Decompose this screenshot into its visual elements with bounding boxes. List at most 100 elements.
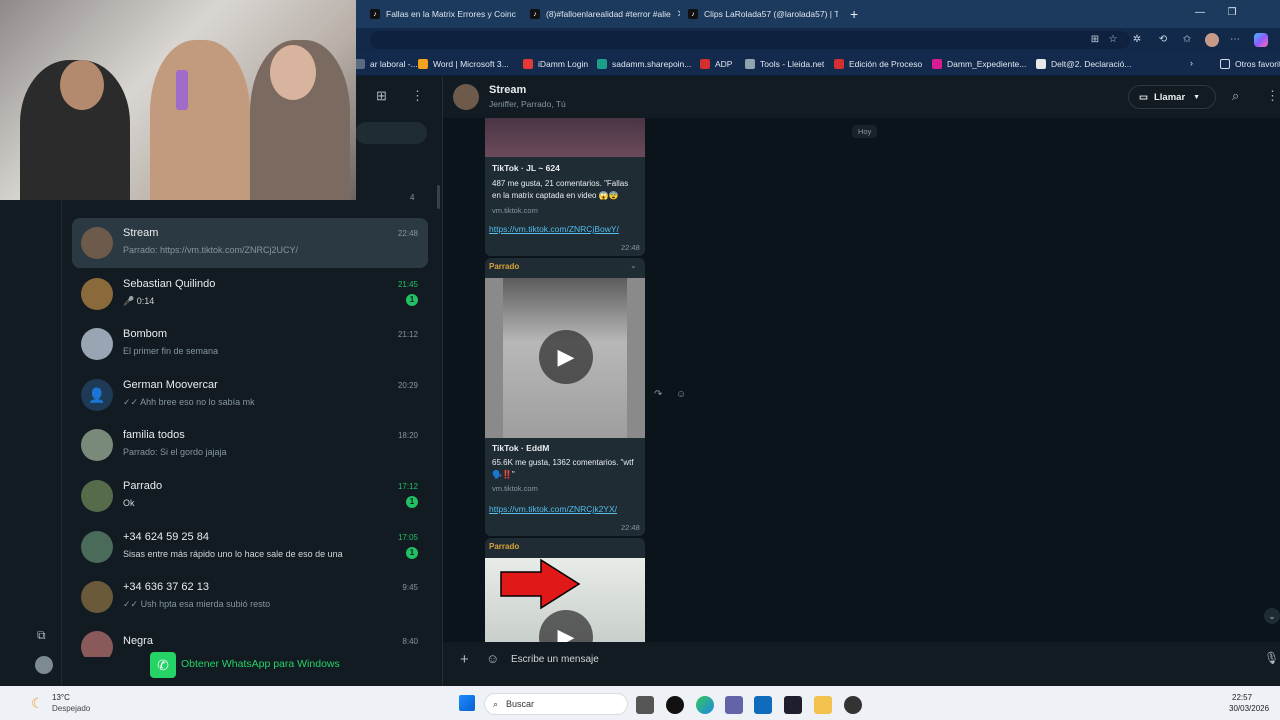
chat-list-item[interactable]: +34 636 37 62 13 ✓✓ Ush hpta esa mierda s… (72, 572, 428, 622)
address-input[interactable] (370, 31, 1130, 49)
sticker-icon[interactable]: ☺ (486, 651, 499, 666)
chat-list-item[interactable]: +34 624 59 25 84 Sisas entre más rápido u… (72, 522, 428, 572)
message-bubble[interactable]: TikTok · JL ~ 624 487 me gusta, 21 comen… (485, 118, 645, 256)
edge-icon[interactable] (696, 696, 714, 714)
weather-temp[interactable]: 13°C (52, 693, 70, 702)
teams-icon[interactable] (725, 696, 743, 714)
scrollbar[interactable] (437, 185, 440, 209)
chat-list-item[interactable]: familia todos Parrado: Si el gordo jajaja… (72, 420, 428, 470)
chat-list-item[interactable]: Negra 8:40 (72, 623, 428, 657)
task-view-icon[interactable] (636, 696, 654, 714)
bookmark-item[interactable]: Delt@2. Declaració... (1036, 57, 1131, 71)
sync-icon[interactable]: ⟲ (1156, 33, 1170, 47)
other-bookmarks[interactable]: Otros favorit (1220, 57, 1280, 71)
bookmark-icon (745, 59, 755, 69)
message-link[interactable]: https://vm.tiktok.com/ZNRCjk2YX/ (489, 504, 617, 514)
browser-tab-2[interactable]: ♪ (8)#falloenlarealidad #terror #alie ✕ (530, 4, 680, 24)
clock-date: 30/03/2026 (1229, 704, 1270, 713)
extensions-icon[interactable]: ✲ (1130, 33, 1144, 47)
avatar (81, 631, 113, 657)
bookmark-item[interactable]: iDamm Login (523, 57, 588, 71)
close-window-icon[interactable] (1248, 0, 1280, 28)
menu-icon[interactable]: ⋮ (411, 88, 424, 104)
bookmark-icon (418, 59, 428, 69)
bookmark-icon (834, 59, 844, 69)
bookmark-icon (700, 59, 710, 69)
chat-list-item[interactable]: Stream Parrado: https://vm.tiktok.com/ZNR… (72, 218, 428, 268)
bookmark-item[interactable]: Tools - Lleida.net (745, 57, 824, 71)
profile-avatar[interactable] (1205, 33, 1219, 47)
bookmark-icon (597, 59, 607, 69)
scroll-down-icon[interactable]: ⌄ (1264, 608, 1280, 624)
chevron-down-icon[interactable]: ⌄ (630, 261, 637, 270)
group-avatar[interactable] (453, 84, 479, 110)
chat-time: 8:40 (402, 637, 418, 646)
unread-badge: 1 (406, 294, 418, 306)
chat-list-item[interactable]: Sebastian Quilindo 🎤 0:14 21:45 1 (72, 269, 428, 319)
clock-time[interactable]: 22:57 (1232, 693, 1252, 702)
avatar (81, 227, 113, 259)
chat-name: +34 636 37 62 13 (123, 581, 209, 593)
search-input[interactable] (355, 122, 427, 144)
preview-domain: vm.tiktok.com (492, 484, 538, 493)
windows-start-icon[interactable] (459, 695, 475, 711)
video-thumbnail[interactable]: ▶ (485, 278, 645, 438)
search-icon[interactable]: ⌕ (1232, 88, 1239, 104)
favorites-icon[interactable]: ✩ (1180, 33, 1194, 47)
star-icon[interactable]: ☆ (1106, 33, 1120, 47)
avatar (81, 531, 113, 563)
bookmark-item[interactable]: ar laboral -... (355, 57, 418, 71)
chat-name: Negra (123, 635, 153, 647)
call-button[interactable]: ▭ Llamar ▼ (1128, 85, 1216, 109)
bookmark-item[interactable]: Word | Microsoft 3... (418, 57, 509, 71)
chat-list-item[interactable]: 👤 German Moovercar ✓✓ Ahh bree eso no lo s… (72, 370, 428, 420)
bookmark-item[interactable]: Damm_Expediente... (932, 57, 1026, 71)
taskbar-search[interactable]: ⌕ Buscar (484, 693, 628, 715)
chat-menu-icon[interactable]: ⋮ (1266, 88, 1279, 104)
copilot-icon[interactable] (1254, 33, 1268, 47)
attach-plus-icon[interactable]: + (460, 651, 469, 668)
more-menu-icon[interactable]: ⋯ (1228, 33, 1242, 47)
avatar (81, 581, 113, 613)
chat-time: 20:29 (397, 381, 418, 390)
close-tab-icon[interactable]: ✕ (677, 9, 680, 20)
chat-time: 22:48 (397, 229, 418, 238)
media-icon[interactable]: ⧉ (37, 628, 46, 643)
search-icon: ⌕ (493, 698, 499, 709)
microphone-icon[interactable]: 🎙 (1264, 651, 1279, 665)
preview-title: TikTok · JL ~ 624 (492, 163, 560, 173)
new-tab-button[interactable]: + (850, 6, 858, 22)
message-link[interactable]: https://vm.tiktok.com/ZNRCjBowY/ (489, 224, 619, 234)
get-app-link[interactable]: Obtener WhatsApp para Windows (181, 658, 340, 670)
archived-count: 4 (410, 193, 415, 202)
preview-description: 65.6K me gusta, 1362 comentarios. "wtf 🗣… (492, 458, 634, 479)
bookmark-item[interactable]: ADP (700, 57, 732, 71)
browser-tab-1[interactable]: ♪ Fallas en la Matrix Errores y Coinc ✕ (370, 4, 520, 24)
chevron-down-icon: ▼ (1193, 93, 1201, 101)
chat-list-item[interactable]: Bombom El primer fin de semana 21:12 (72, 319, 428, 369)
new-chat-icon[interactable]: ⊞ (376, 88, 387, 104)
app-icon[interactable] (844, 696, 862, 714)
chat-time: 21:45 (397, 280, 418, 289)
file-explorer-icon[interactable] (814, 696, 832, 714)
avatar: 👤 (81, 379, 113, 411)
apps-icon[interactable]: ⊞ (1088, 33, 1102, 47)
bookmark-item[interactable]: Edición de Proceso (834, 57, 922, 71)
app-icon[interactable] (784, 696, 802, 714)
play-icon[interactable]: ▶ (539, 330, 593, 384)
bookmark-item[interactable]: sadamm.sharepoin... (597, 57, 691, 71)
emoji-react-icon[interactable]: ☺ (676, 389, 686, 400)
store-icon[interactable] (754, 696, 772, 714)
chat-list-item[interactable]: Parrado Ok 17:12 1 (72, 471, 428, 521)
chevron-right-icon[interactable]: › (1190, 58, 1193, 68)
video-thumbnail[interactable]: ▶ (485, 558, 645, 642)
chat-title[interactable]: Stream (489, 84, 526, 96)
browser-tab-3[interactable]: ♪ Clips LaRolada57 (@larolada57) | Ti ✕ (688, 4, 838, 24)
maximize-icon[interactable]: ❐ (1216, 0, 1248, 28)
tiktok-icon[interactable] (666, 696, 684, 714)
profile-avatar[interactable] (35, 656, 53, 674)
forward-icon[interactable]: ↷ (654, 389, 662, 400)
minimize-icon[interactable]: — (1184, 0, 1216, 28)
message-input[interactable]: Escribe un mensaje (511, 654, 599, 665)
message-time: 22:48 (621, 523, 640, 532)
